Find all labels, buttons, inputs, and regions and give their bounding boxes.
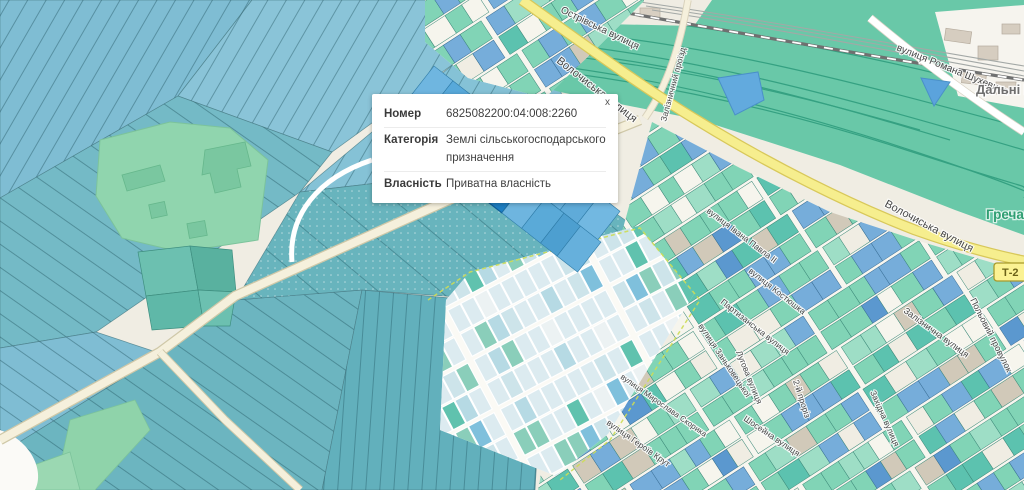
popup-label: Категорія	[384, 132, 446, 167]
road-shield-label: Т-2	[1002, 267, 1019, 279]
parcel-info-popup: x Номер 6825082200:04:008:2260 Категорія…	[372, 94, 618, 203]
green-parcels[interactable]	[138, 246, 236, 330]
popup-row-category: Категорія Землі сільськогосподарського п…	[384, 127, 606, 171]
cadastral-map-viewport[interactable]: Острівська вулиця Волочиська вулиця Воло…	[0, 0, 1024, 490]
popup-value: Землі сільськогосподарського призначення	[446, 132, 606, 167]
popup-row-ownership: Власність Приватна власність	[384, 171, 606, 197]
popup-value: 6825082200:04:008:2260	[446, 106, 606, 123]
map-canvas[interactable]: Острівська вулиця Волочиська вулиця Воло…	[0, 0, 1024, 490]
popup-value: Приватна власність	[446, 176, 606, 193]
place-label-suburb: Дальні Гречани	[976, 82, 1024, 97]
park-area[interactable]	[96, 122, 268, 252]
popup-close-button[interactable]: x	[603, 96, 612, 110]
popup-row-number: Номер 6825082200:04:008:2260	[384, 102, 606, 127]
popup-label: Номер	[384, 106, 446, 123]
place-label-district: Гречани	[986, 207, 1024, 222]
road-shield: Т-2	[994, 263, 1024, 281]
popup-label: Власність	[384, 176, 446, 193]
